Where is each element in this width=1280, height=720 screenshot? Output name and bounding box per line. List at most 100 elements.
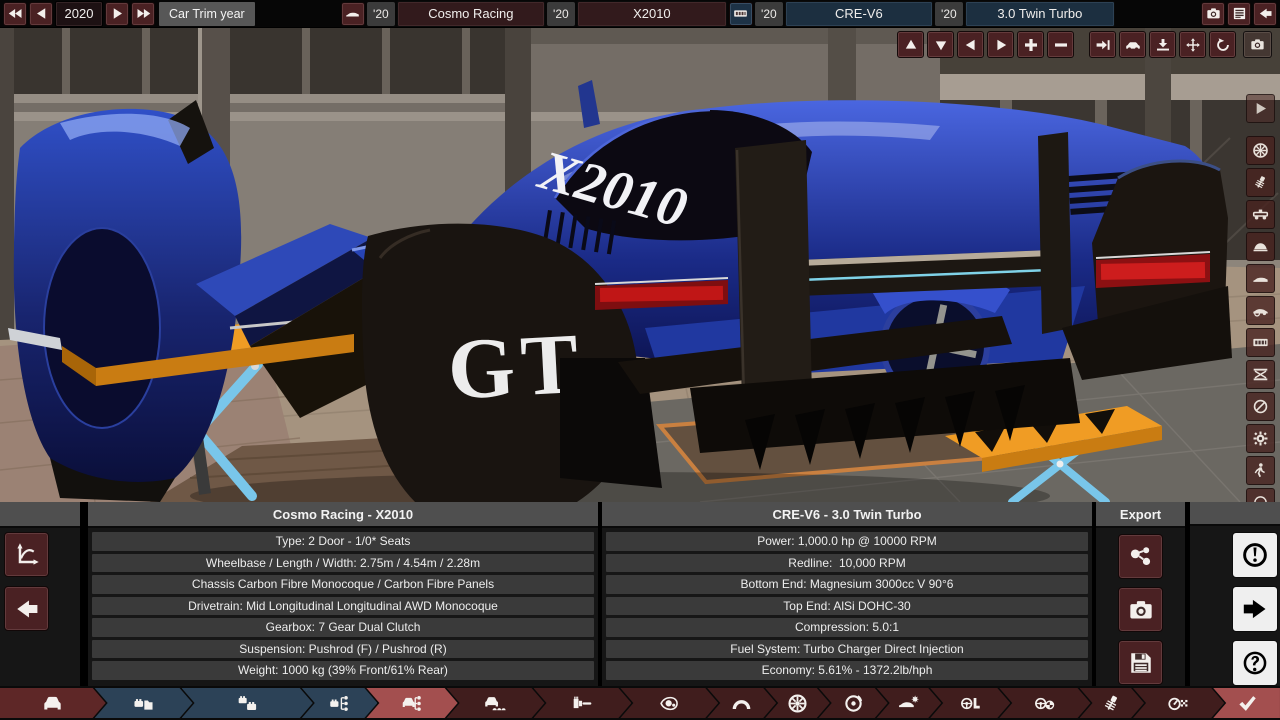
rotate-tool-icon (1215, 37, 1231, 53)
view-tool-pan-right[interactable] (987, 31, 1014, 58)
pan-up-icon (903, 37, 919, 53)
car-stat-row-Suspension: Pushrod (F) / Pushrod (R): Suspension: Pushrod (F) / Pushrod (R) (92, 639, 594, 658)
side-tool-wheels[interactable] (1246, 136, 1275, 165)
side-tool-chassis[interactable] (1246, 200, 1275, 229)
save-icon (1128, 650, 1154, 676)
tab-headlight[interactable] (620, 688, 718, 718)
year-prev-button[interactable] (29, 1, 53, 26)
share-icon (1128, 544, 1154, 570)
view-tool-pan-down[interactable] (927, 31, 954, 58)
camera-icon (1206, 6, 1221, 21)
side-tool-engine[interactable] (1246, 328, 1275, 357)
view-tool-pan-left[interactable] (957, 31, 984, 58)
engine-family-box[interactable]: CRE-V6 (784, 0, 933, 27)
export-button-save[interactable] (1118, 640, 1163, 685)
side-tool-suspension[interactable] (1246, 168, 1275, 197)
export-button-camera[interactable] (1118, 587, 1163, 632)
circle-tool-icon (1252, 494, 1269, 502)
double-right-icon (136, 6, 151, 21)
car-stat-row-Gearbox: 7 Gear Dual Clutch: Gearbox: 7 Gear Dual Clutch (92, 618, 594, 637)
trim-year-chip: '20 (546, 1, 575, 26)
pan-down-icon (933, 37, 949, 53)
tab-interior[interactable] (930, 688, 1010, 718)
side-tool-circle-tool[interactable] (1246, 488, 1275, 502)
view-tool-pan-up[interactable] (897, 31, 924, 58)
action-button-forward-arrow[interactable] (1232, 586, 1278, 632)
screenshot-button[interactable] (1201, 1, 1226, 26)
pedestrian-icon (1252, 462, 1269, 479)
side-tool-car-side[interactable] (1246, 264, 1275, 293)
actions-column-header (1190, 502, 1280, 526)
side-tool-body-shell[interactable] (1246, 232, 1275, 261)
car-model-button[interactable] (340, 1, 365, 26)
view-tool-drop-to-ground[interactable] (1149, 31, 1176, 58)
engine-stat-row-Power: 1,000.0 hp @ 10000 RPM: Power: 1,000.0 hp @ 10000 RPM (606, 532, 1088, 551)
export-column: Export (1096, 502, 1185, 686)
engine-stat-row-Compression: 5.0:1: Compression: 5.0:1 (606, 618, 1088, 637)
side-tool-car-wheels[interactable] (1246, 296, 1275, 325)
car-stat-row-Chassis Carbon Fibre Monocoque / Carbon Fibre Panels: Chassis Carbon Fibre Monocoque / Carbon … (92, 575, 594, 594)
view-tool-move-tool[interactable] (1179, 31, 1206, 58)
engine-tree-icon (329, 693, 350, 714)
side-tool-play[interactable] (1246, 94, 1275, 123)
lift-icon (1252, 366, 1269, 383)
engine-family-button[interactable] (728, 1, 753, 26)
year-mode-label: Car Trim year (159, 1, 255, 26)
engine-year-chip: '20 (754, 1, 783, 26)
tab-car-bodies[interactable] (447, 688, 545, 718)
test-track-icon (1168, 693, 1189, 714)
wheels-icon (787, 693, 808, 714)
pan-right-icon (993, 37, 1009, 53)
action-button-warning[interactable] (1232, 532, 1278, 578)
camera-toolbar (897, 31, 1236, 58)
tab-engine-family[interactable] (182, 688, 313, 718)
view-tool-zoom-in[interactable] (1017, 31, 1044, 58)
year-value: 2020 (55, 0, 103, 27)
automation-car-designer: 2020 Car Trim year '20 Cosmo Racing '20 … (0, 0, 1280, 720)
tab-engine-folder[interactable] (95, 688, 193, 718)
side-tool-settings-gear[interactable] (1246, 424, 1275, 453)
3d-viewport[interactable]: X2010 GT (0, 28, 1280, 502)
tab-car-tree[interactable] (366, 688, 457, 718)
tab-car-front[interactable] (0, 688, 106, 718)
tab-paint-brush[interactable] (534, 688, 632, 718)
model-year-chip: '20 (366, 1, 395, 26)
back-button[interactable] (1253, 1, 1278, 26)
year-next-button[interactable] (105, 1, 129, 26)
engine-icon (1252, 334, 1269, 351)
car-stat-row-Wheelbase / Length / Width: 2.75m / 4.54m / 2.28m: Wheelbase / Length / Width: 2.75m / 4.54… (92, 553, 594, 572)
view-tool-snap-to-end[interactable] (1089, 31, 1116, 58)
suspension-icon (1101, 693, 1122, 714)
arrow-right-small-icon (110, 6, 125, 21)
garage-viewport: X2010 GT (0, 28, 1280, 502)
engine-variant-box[interactable]: 3.0 Twin Turbo (964, 0, 1115, 27)
view-tool-zoom-out[interactable] (1047, 31, 1074, 58)
export-button-share[interactable] (1118, 534, 1163, 579)
model-name-box[interactable]: Cosmo Racing (396, 0, 545, 27)
variant-year-chip: '20 (934, 1, 963, 26)
trim-name-box[interactable]: X2010 (576, 0, 727, 27)
year-last-button[interactable] (131, 1, 155, 26)
side-tool-pedestrian[interactable] (1246, 456, 1275, 485)
engine-stats-column: CRE-V6 - 3.0 Twin Turbo Power: 1,000.0 h… (602, 502, 1092, 686)
left-column-header (0, 502, 80, 528)
photo-mode-button[interactable] (1243, 31, 1272, 58)
tab-engine-tree[interactable] (302, 688, 378, 718)
tab-test-track[interactable] (1133, 688, 1224, 718)
side-tool-lift[interactable] (1246, 360, 1275, 389)
tab-driver-assists[interactable] (999, 688, 1090, 718)
action-button-help[interactable] (1232, 640, 1278, 686)
car-stats-column: Cosmo Racing - X2010 Type: 2 Door - 1/0*… (88, 502, 598, 686)
view-tool-reset-car[interactable] (1119, 31, 1146, 58)
panel-button-back-arrow[interactable] (4, 586, 49, 631)
help-icon (1241, 649, 1269, 677)
view-tool-rotate-tool[interactable] (1209, 31, 1236, 58)
details-button[interactable] (1227, 1, 1252, 26)
double-left-icon (8, 6, 23, 21)
engine-stat-row-Redline: 10,000 RPM: Redline: 10,000 RPM (606, 553, 1088, 572)
interior-icon (960, 693, 981, 714)
panel-button-graph[interactable] (4, 532, 49, 577)
year-first-button[interactable] (3, 1, 27, 26)
side-tool-no-driver[interactable] (1246, 392, 1275, 421)
brake-disc-icon (843, 693, 864, 714)
